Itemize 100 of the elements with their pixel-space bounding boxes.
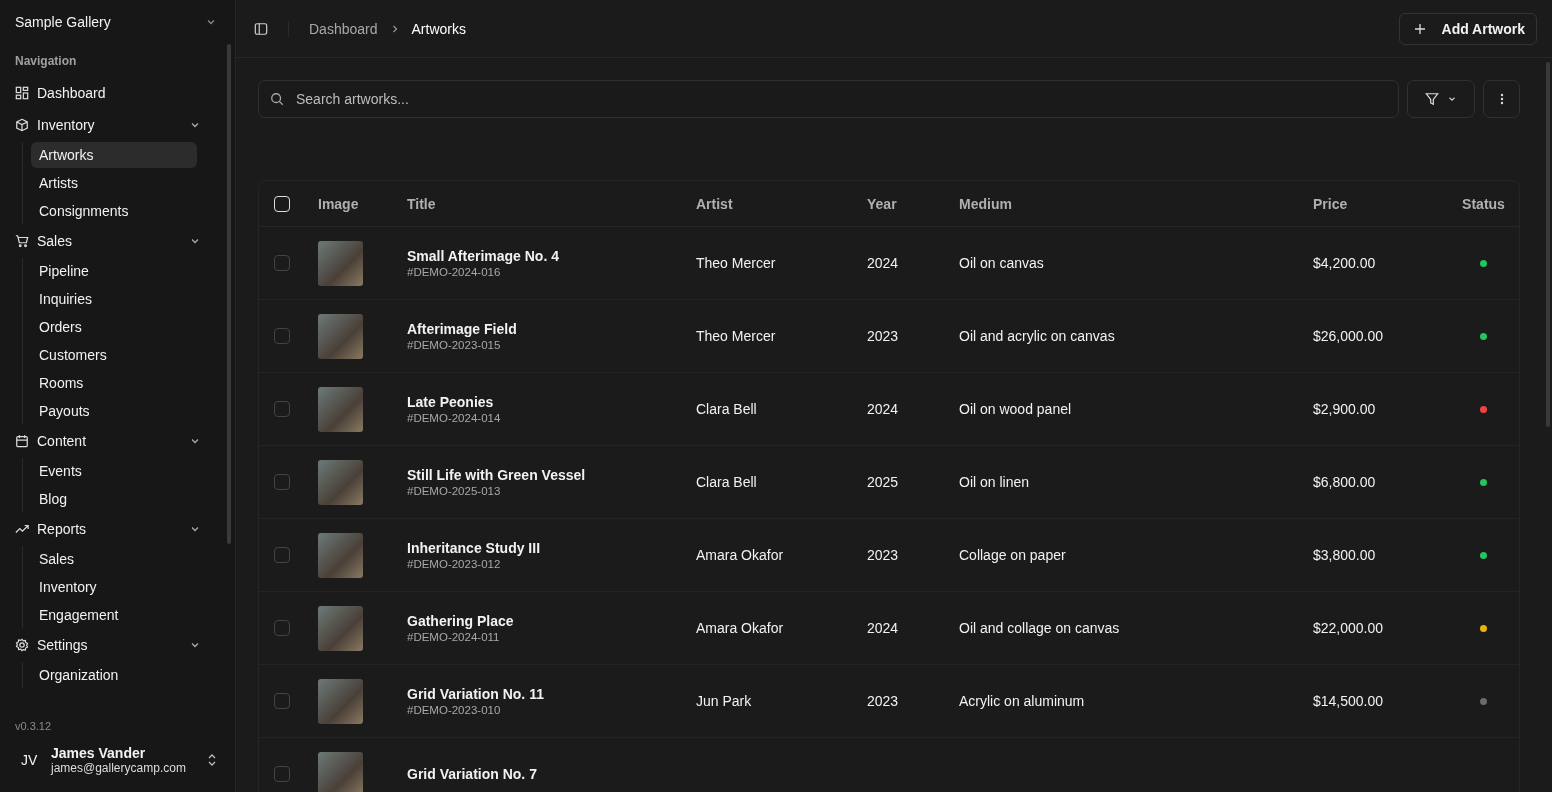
medium: Oil and acrylic on canvas	[959, 328, 1115, 344]
artwork-code: #DEMO-2023-012	[407, 558, 501, 570]
nav-subitem[interactable]: Payouts	[31, 398, 197, 424]
nav-subitem[interactable]: Blog	[31, 486, 197, 512]
row-checkbox[interactable]	[274, 766, 290, 782]
settings-icon	[15, 637, 29, 652]
row-checkbox[interactable]	[274, 255, 290, 271]
nav-subitem[interactable]: Inquiries	[31, 286, 197, 312]
artwork-code: #DEMO-2025-013	[407, 485, 501, 497]
nav-subitem[interactable]: Organization	[31, 662, 197, 688]
search-field[interactable]: Search artworks...	[258, 80, 1399, 118]
artwork-title: Small Afterimage No. 4	[407, 248, 559, 264]
nav-subitem[interactable]: Customers	[31, 342, 197, 368]
row-checkbox[interactable]	[274, 547, 290, 563]
medium: Collage on paper	[959, 547, 1066, 563]
add-artwork-button[interactable]: Add Artwork	[1398, 12, 1537, 45]
artwork-title: Late Peonies	[407, 394, 494, 410]
year: 2023	[867, 693, 899, 709]
user-email: james@gallerycamp.com	[51, 761, 187, 775]
artist-name: Clara Bell	[696, 401, 757, 417]
column-header: Title	[407, 195, 436, 212]
artist-name: Clara Bell	[696, 474, 757, 490]
photo-placeholder	[318, 678, 363, 724]
nav-subitem[interactable]: Engagement	[31, 602, 197, 628]
nav-item[interactable]: Sales	[8, 226, 217, 255]
column-header: Year	[867, 195, 897, 212]
medium: Oil on linen	[959, 474, 1030, 490]
column-header: Status	[1462, 195, 1505, 212]
year: 2024	[867, 620, 899, 636]
nav-subitem[interactable]: Sales	[31, 546, 197, 572]
nav-subitem[interactable]: Artists	[31, 170, 197, 196]
artist-name: Jun Park	[696, 693, 752, 709]
row-checkbox[interactable]	[274, 620, 290, 636]
row-checkbox[interactable]	[274, 474, 290, 490]
artist-name: Amara Okafor	[696, 547, 784, 563]
artwork-code: #DEMO-2024-014	[407, 412, 501, 424]
artwork-code: #DEMO-2024-016	[407, 266, 501, 278]
year: 2024	[867, 401, 899, 417]
nav-subitem[interactable]: Inventory	[31, 574, 197, 600]
artist-name: Theo Mercer	[696, 255, 776, 271]
nav-subitem[interactable]: Rooms	[31, 370, 197, 396]
column-header: Medium	[959, 195, 1012, 212]
photo-placeholder	[318, 240, 363, 286]
price: $22,000.00	[1313, 620, 1384, 636]
nav-subitem[interactable]: Orders	[31, 314, 197, 340]
photo-placeholder	[318, 313, 363, 359]
plus-icon	[1413, 22, 1426, 35]
price: $3,800.00	[1313, 547, 1376, 563]
filter-button[interactable]	[1407, 80, 1475, 118]
nav-item[interactable]: Settings	[8, 630, 217, 659]
select-all-checkbox[interactable]	[274, 195, 290, 212]
artwork-title: Afterimage Field	[407, 321, 517, 337]
photo-placeholder	[318, 751, 363, 792]
artwork-title: Inheritance Study III	[407, 540, 541, 556]
nav-heading: Navigation	[14, 53, 78, 70]
nav-item[interactable]: Reports	[8, 514, 217, 543]
avatar-initials: JV	[21, 752, 39, 768]
photo-placeholder	[318, 386, 363, 432]
nav-subitem[interactable]: Pipeline	[31, 258, 197, 284]
row-checkbox[interactable]	[274, 693, 290, 709]
user-name: James Vander	[51, 745, 147, 761]
nav-subitem[interactable]: Events	[31, 458, 197, 484]
scrollbar[interactable]	[227, 44, 231, 544]
artwork-title: Still Life with Green Vessel	[407, 467, 586, 483]
year: 2023	[867, 328, 899, 344]
year: 2024	[867, 255, 899, 271]
nav-item[interactable]: Dashboard	[8, 78, 217, 107]
row-checkbox[interactable]	[274, 401, 290, 417]
workspace-switcher[interactable]: Sample Gallery	[0, 0, 235, 44]
dashboard-icon	[15, 85, 29, 100]
price: $2,900.00	[1313, 401, 1376, 417]
nav-subitem[interactable]: Artworks	[31, 142, 197, 168]
price: $26,000.00	[1313, 328, 1384, 344]
artwork-code: #DEMO-2023-015	[407, 339, 501, 351]
nav-subitem[interactable]: Consignments	[31, 198, 197, 224]
breadcrumb-link[interactable]: Dashboard	[309, 20, 378, 37]
row-checkbox[interactable]	[274, 328, 290, 344]
artwork-title: Gathering Place	[407, 613, 514, 629]
price: $14,500.00	[1313, 693, 1384, 709]
sidebar-toggle-icon[interactable]	[254, 21, 268, 36]
cube-icon	[15, 117, 29, 132]
artist-name: Theo Mercer	[696, 328, 776, 344]
more-vertical-icon	[1499, 93, 1504, 105]
year: 2025	[867, 474, 899, 490]
photo-placeholder	[318, 532, 363, 578]
column-header: Price	[1313, 195, 1348, 212]
medium: Acrylic on aluminum	[959, 693, 1085, 709]
photo-placeholder	[318, 605, 363, 651]
medium: Oil and collage on canvas	[959, 620, 1120, 636]
cart-icon	[15, 233, 29, 248]
breadcrumb-link[interactable]: Artworks	[411, 20, 466, 37]
photo-placeholder	[318, 459, 363, 505]
nav-item[interactable]: Inventory	[8, 110, 217, 139]
nav-item[interactable]: Content	[8, 426, 217, 455]
artwork-title: Grid Variation No. 11	[407, 686, 544, 702]
artist-name: Amara Okafor	[696, 620, 784, 636]
column-header: Artist	[696, 195, 733, 212]
artwork-code: #DEMO-2023-010	[407, 704, 501, 716]
artwork-title: Grid Variation No. 7	[407, 766, 537, 782]
more-options-button[interactable]	[1483, 80, 1520, 118]
